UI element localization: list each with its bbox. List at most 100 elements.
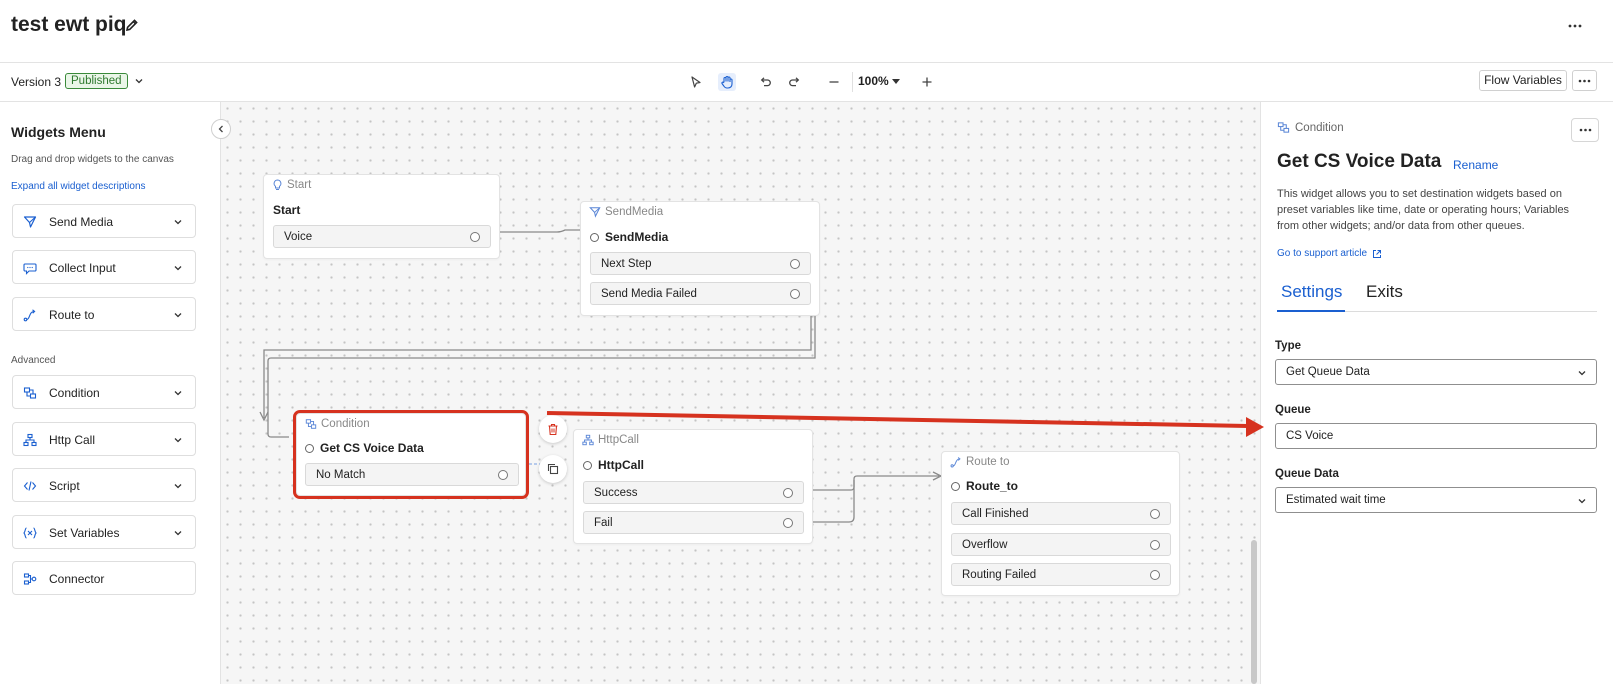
node-type-label: SendMedia [605, 206, 664, 218]
type-select[interactable]: Get Queue Data [1275, 359, 1597, 385]
tab-exits[interactable]: Exits [1366, 282, 1403, 302]
hand-pan-icon[interactable] [718, 73, 736, 91]
widget-label: Route to [49, 308, 95, 322]
zoom-level[interactable]: 100% [858, 74, 889, 88]
input-port[interactable] [951, 482, 960, 491]
node-exit-row[interactable]: Success [583, 481, 804, 504]
select-pointer-icon[interactable] [687, 73, 705, 91]
exit-label: Next Step [601, 258, 652, 270]
toolbar-more-icon[interactable] [1572, 70, 1597, 91]
node-route-to[interactable]: Route to Route_to Call Finished Overflow… [941, 451, 1180, 596]
widget-collect-input[interactable]: Collect Input [12, 250, 196, 284]
widget-route-to[interactable]: Route to [12, 297, 196, 331]
chevron-down-icon[interactable] [173, 528, 183, 538]
pencil-icon[interactable] [125, 18, 139, 32]
node-exit-row[interactable]: Next Step [590, 252, 811, 275]
send-media-icon [589, 206, 601, 218]
node-name: Get CS Voice Data [320, 441, 424, 455]
route-icon [950, 456, 962, 468]
undo-icon[interactable] [756, 73, 774, 91]
node-exit-row[interactable]: Call Finished [951, 502, 1171, 525]
node-sendmedia[interactable]: SendMedia SendMedia Next Step Send Media… [580, 201, 820, 316]
node-name: SendMedia [605, 230, 669, 244]
panel-kind-label: Condition [1295, 121, 1344, 134]
support-article-link[interactable]: Go to support article [1277, 248, 1382, 259]
widget-http-call[interactable]: Http Call [12, 422, 196, 456]
exit-label: Routing Failed [962, 569, 1037, 581]
redo-icon[interactable] [786, 73, 804, 91]
toolbar: Version 3 Published 100% Flow Variables [0, 63, 1613, 102]
collapse-sidebar-icon[interactable] [211, 119, 231, 139]
exit-port[interactable] [1150, 540, 1160, 550]
queue-input[interactable]: CS Voice [1275, 423, 1597, 449]
node-exit-row[interactable]: Voice [273, 225, 491, 248]
caret-down-icon[interactable] [892, 79, 900, 84]
input-port[interactable] [583, 461, 592, 470]
rename-link[interactable]: Rename [1453, 158, 1498, 172]
exit-port[interactable] [470, 232, 480, 242]
panel-title: Get CS Voice Data [1277, 151, 1442, 172]
chat-icon [23, 261, 37, 275]
exit-port[interactable] [1150, 570, 1160, 580]
widget-script[interactable]: Script [12, 468, 196, 502]
widget-condition[interactable]: Condition [12, 375, 196, 409]
node-exit-row[interactable]: Overflow [951, 533, 1171, 556]
node-start[interactable]: Start Start Voice [263, 174, 500, 259]
send-media-icon [23, 215, 37, 229]
flow-variables-button[interactable]: Flow Variables [1479, 70, 1567, 91]
input-port[interactable] [590, 233, 599, 242]
widget-connector[interactable]: Connector [12, 561, 196, 595]
zoom-in-icon[interactable] [918, 73, 936, 91]
expand-descriptions-link[interactable]: Expand all widget descriptions [11, 181, 146, 192]
delete-node-button[interactable] [539, 415, 567, 443]
widget-label: Connector [49, 572, 105, 586]
chevron-down-icon[interactable] [134, 76, 144, 86]
widget-send-media[interactable]: Send Media [12, 204, 196, 238]
node-exit-row[interactable]: Routing Failed [951, 563, 1171, 586]
node-name: HttpCall [598, 458, 644, 472]
flow-canvas[interactable]: Start Start Voice SendMedia SendMedia Ne… [221, 102, 1260, 684]
node-type-header: Start [272, 179, 311, 191]
condition-icon [305, 418, 317, 430]
widget-set-variables[interactable]: Set Variables [12, 515, 196, 549]
status-badge: Published [65, 73, 128, 89]
queue-data-select-value: Estimated wait time [1286, 494, 1386, 506]
exit-port[interactable] [783, 488, 793, 498]
chevron-down-icon[interactable] [173, 217, 183, 227]
chevron-down-icon[interactable] [173, 263, 183, 273]
widget-label: Condition [49, 386, 100, 400]
active-tab-indicator [1277, 310, 1345, 312]
widget-label: Set Variables [49, 526, 120, 540]
chevron-down-icon[interactable] [173, 388, 183, 398]
queue-data-select[interactable]: Estimated wait time [1275, 487, 1597, 513]
duplicate-node-button[interactable] [539, 455, 567, 483]
panel-tabs: Settings Exits [1277, 280, 1597, 312]
exit-label: Fail [594, 517, 613, 529]
chevron-down-icon[interactable] [173, 481, 183, 491]
exit-port[interactable] [1150, 509, 1160, 519]
exit-port[interactable] [783, 518, 793, 528]
toolbar-divider [852, 72, 853, 92]
panel-description: This widget allows you to set destinatio… [1277, 188, 1570, 232]
exit-port[interactable] [498, 470, 508, 480]
widget-settings-panel: Condition Get CS Voice Data Rename This … [1260, 102, 1613, 684]
exit-port[interactable] [790, 259, 800, 269]
zoom-out-icon[interactable] [825, 73, 843, 91]
chevron-down-icon [1577, 368, 1587, 378]
panel-more-icon[interactable] [1571, 118, 1599, 142]
chevron-down-icon[interactable] [173, 435, 183, 445]
input-port[interactable] [305, 444, 314, 453]
canvas-scrollbar[interactable] [1251, 540, 1257, 684]
node-condition-selected[interactable]: Condition Get CS Voice Data No Match [293, 410, 529, 499]
node-httpcall[interactable]: HttpCall HttpCall Success Fail [573, 429, 813, 544]
node-exit-row[interactable]: No Match [305, 463, 519, 486]
node-type-label: Route to [966, 456, 1010, 468]
more-options-icon[interactable] [1565, 16, 1585, 36]
node-exit-row[interactable]: Send Media Failed [590, 282, 811, 305]
node-type-header: HttpCall [582, 434, 639, 446]
exit-label: Send Media Failed [601, 288, 697, 300]
exit-port[interactable] [790, 289, 800, 299]
chevron-down-icon[interactable] [173, 310, 183, 320]
node-exit-row[interactable]: Fail [583, 511, 804, 534]
tab-settings[interactable]: Settings [1281, 282, 1342, 302]
